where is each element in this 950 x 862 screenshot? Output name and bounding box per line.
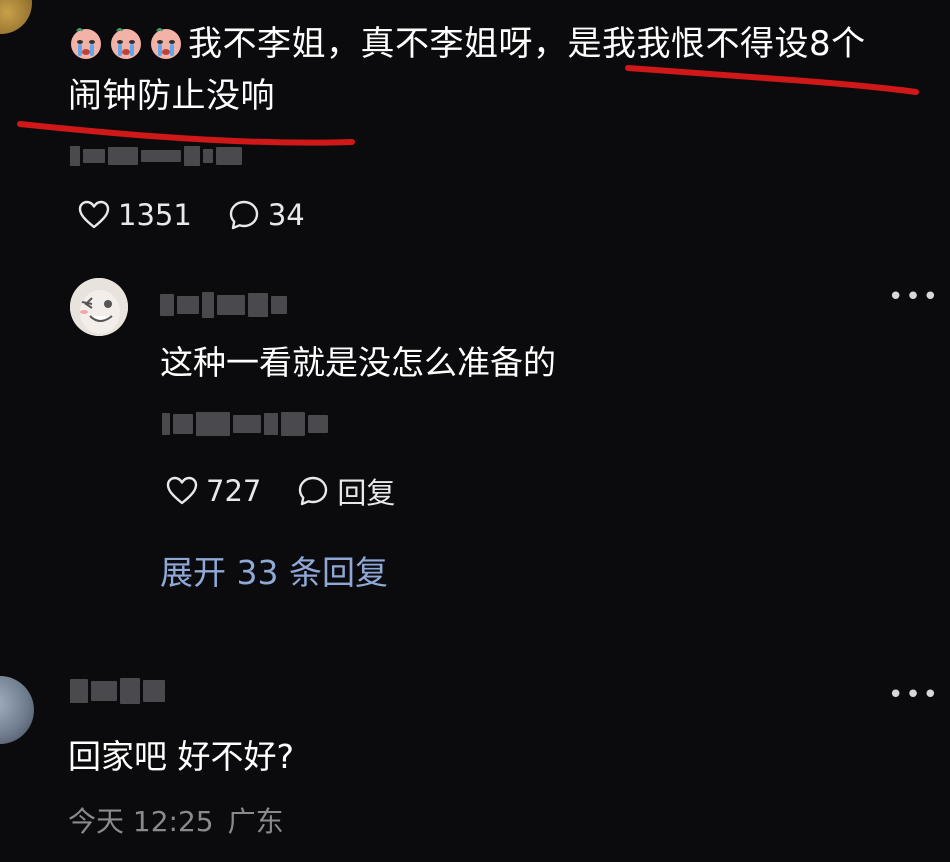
reply-actions: 727 回复 [166,470,431,512]
comment-button[interactable]: 34 [228,198,305,232]
heart-icon [78,200,110,229]
more-dots-icon: ••• [888,680,941,710]
comment-thread: 我不李姐，真不李姐呀，是我我恨不得设8个 闹钟防止没响 1351 34 ••• … [0,0,950,862]
second-comment-text: 回家吧 好不好? [68,737,295,776]
more-dots-icon: ••• [888,282,941,312]
crying-face-emoji-icon [111,28,141,59]
crying-face-emoji-icon [71,28,101,59]
second-comment-meta: 今天 12:25 广东 [68,800,298,840]
second-comment-time: 今天 12:25 [68,805,214,838]
reply-timestamp-blurred [162,412,328,436]
reply-more-button[interactable]: ••• [888,282,940,312]
second-username-blurred[interactable] [70,678,165,704]
comment-count: 34 [267,198,305,232]
reply-reply-button[interactable]: 回复 [297,470,395,512]
top-comment-actions: 1351 34 [78,198,341,232]
crying-face-emoji-icon [151,28,181,59]
top-comment-timestamp-blurred [70,146,242,166]
top-comment-line2: 闹钟防止没响 [68,76,275,116]
comment-bubble-icon [299,476,328,506]
reply-text: 这种一看就是没怎么准备的 [160,343,556,382]
second-commenter-avatar[interactable] [0,676,34,744]
second-comment-location: 广东 [227,805,284,838]
reply-label: 回复 [337,476,396,510]
top-comment-line1-a: 我不李姐，真不李姐呀， [188,24,568,64]
second-more-button[interactable]: ••• [888,680,940,710]
top-commenter-avatar[interactable] [0,0,32,34]
comment-bubble-icon [229,200,259,230]
cartoon-face-icon [70,278,128,336]
like-button[interactable]: 1351 [78,198,192,232]
reply-like-count: 727 [206,474,262,508]
top-comment-text: 我不李姐，真不李姐呀，是我我恨不得设8个闹钟防止没响 [68,18,928,122]
reply-like-button[interactable]: 727 [166,474,261,508]
reply-avatar[interactable] [70,278,128,336]
reply-username-blurred[interactable] [160,292,287,318]
heart-icon [166,476,198,505]
expand-replies-link[interactable]: 展开 33 条回复 [160,546,388,594]
like-count: 1351 [118,198,192,232]
top-comment-line1-b: 是我我恨不得设8个 [567,24,866,64]
